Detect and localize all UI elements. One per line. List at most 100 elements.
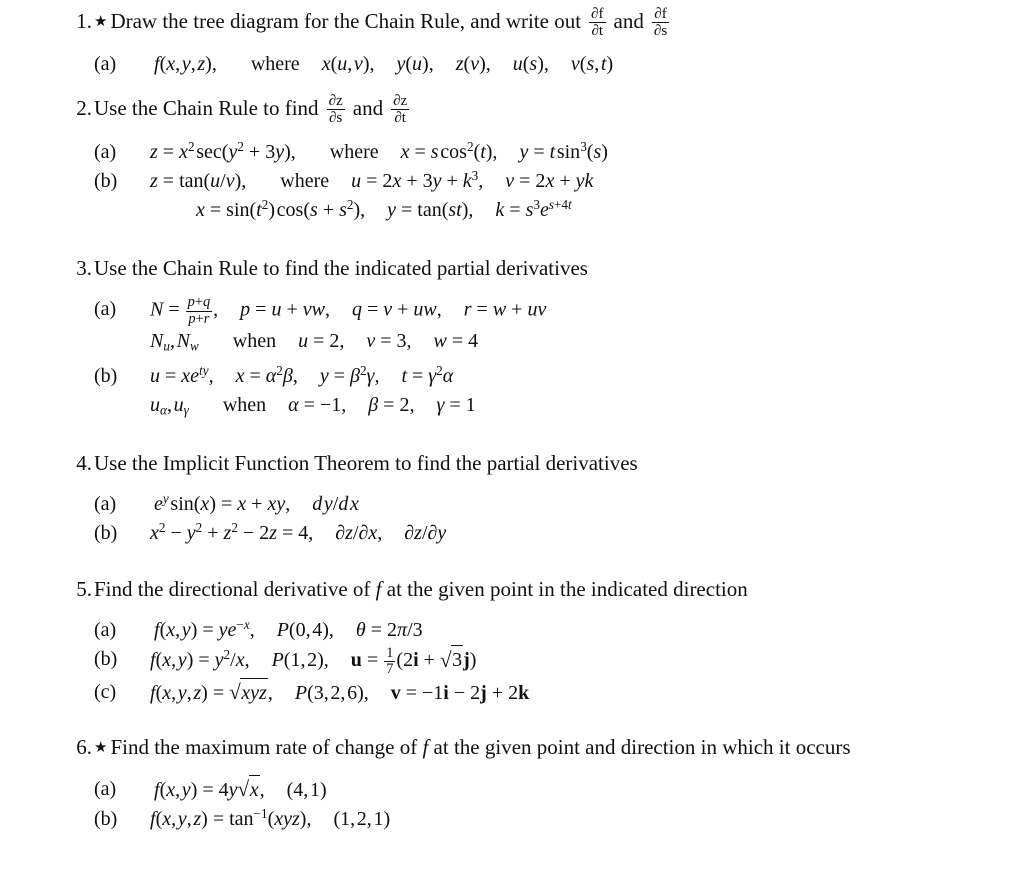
- problem-stem-text: Use the Implicit Function Theorem to fin…: [94, 451, 638, 476]
- subpart-content: x2 − y2 + z2 − 2z = 4, ∂z/∂x, ∂z/∂y: [150, 519, 1024, 548]
- problem-number: 6.: [76, 734, 92, 759]
- subpart-label: (b): [94, 170, 118, 193]
- square-root: 3: [440, 645, 464, 675]
- problem-item-3: 3. Use the Chain Rule to find the indica…: [0, 253, 1024, 420]
- subpart-item-5b: (b) f(x, y) = y2/x,P(1, 2),u = 17(2i + 3…: [94, 645, 1024, 677]
- subpart-item-2a: (a) z = x2 sec(y2 + 3y), where x = s cos2(…: [94, 138, 1024, 167]
- math-line: f(x, y) = ye−x, P(0, 4), θ = 2π/3: [154, 617, 423, 642]
- square-root: x: [238, 774, 260, 805]
- math-line: z = tan(u/v), where u = 2x + 3y + k3, v = 2…: [150, 168, 594, 193]
- math-line-continuation: Nu, Nw when u = 2, v = 3, w = 4: [150, 330, 479, 355]
- math-line: f(x, y, z), where x(u, v), y(u), z(v), u(s), v…: [154, 52, 614, 75]
- subpart-content: z = x2 sec(y2 + 3y), where x = s cos2(t), y…: [150, 138, 1024, 167]
- problem-stem: Find the directional derivative of f at …: [94, 577, 748, 602]
- where-label: where: [280, 170, 330, 193]
- subpart-label: (a): [94, 493, 117, 516]
- subpart-label: (a): [94, 619, 117, 642]
- math-line: f(x, y, z) = xyz,P(3, 2, 6),v = −1i − 2j…: [150, 677, 1024, 708]
- subpart-item-1a: (a) f(x, y, z), where x(u, v), y(u), z(v), u(…: [94, 50, 1024, 79]
- fraction-numerator: ∂f: [591, 6, 604, 22]
- problem-stem: Use the Chain Rule to find ∂z ∂s and ∂z ∂t: [94, 93, 1024, 127]
- subpart-list: (a) f(x, y) = 4yx,(4, 1) (b) f(x, y, z) …: [94, 774, 1024, 834]
- subpart-item-4a: (a) ey sin(x) = x + xy, d y/d x: [94, 490, 1024, 519]
- fraction-denominator: ∂t: [391, 108, 410, 126]
- star-icon: ★: [94, 14, 108, 31]
- fraction-numerator: ∂f: [654, 6, 667, 22]
- subpart-content: u = xety, x = α2β, y = β2γ, t = γ2α uα, uγ w…: [150, 362, 1024, 420]
- problem-item-2: 2. Use the Chain Rule to find ∂z ∂s and ∂z ∂t…: [0, 93, 1024, 226]
- subpart-label: (b): [94, 522, 118, 545]
- problem-item-1: 1. ★ Draw the tree diagram for the Chain …: [0, 6, 1024, 79]
- subpart-label: (a): [94, 777, 117, 800]
- subpart-item-6a: (a) f(x, y) = 4yx,(4, 1): [94, 774, 1024, 805]
- when-label: when: [232, 330, 277, 353]
- subpart-label: (c): [94, 680, 117, 703]
- problem-number: 2.: [76, 95, 92, 120]
- subpart-content: f(x, y) = ye−x, P(0, 4), θ = 2π/3: [154, 616, 1024, 645]
- fraction-p-plus-q-over-p-plus-r: p+q p+r: [185, 294, 213, 327]
- subpart-label: (a): [94, 52, 117, 75]
- square-root: xyz: [229, 677, 268, 708]
- subpart-content: ey sin(x) = x + xy, d y/d x: [154, 490, 1024, 519]
- subpart-label: (a): [94, 141, 117, 164]
- problem-number: 1.: [76, 9, 92, 33]
- partial-f-partial-s: ∂f ∂s: [651, 6, 670, 40]
- fraction-numerator: ∂z: [328, 92, 343, 109]
- conjunction-and: and: [352, 95, 384, 120]
- subpart-content: f(x, y, z) = xyz,P(3, 2, 6),v = −1i − 2j…: [150, 677, 1024, 708]
- problem-number: 4.: [76, 451, 92, 476]
- subpart-label: (b): [94, 648, 118, 671]
- problem-number: 3.: [76, 256, 92, 281]
- fraction-denominator: ∂s: [651, 22, 670, 40]
- partial-f-partial-t: ∂f ∂t: [589, 6, 606, 40]
- problem-stem-text: Use the Chain Rule to find the indicated…: [94, 256, 588, 281]
- math-line: z = x2 sec(y2 + 3y), where x = s cos2(t), y…: [150, 139, 608, 164]
- subpart-item-5a: (a) f(x, y) = ye−x, P(0, 4), θ = 2π/3: [94, 616, 1024, 645]
- problem-item-6: 6. ★ Find the maximum rate of change of f…: [0, 732, 1024, 834]
- problem-stem: Use the Implicit Function Theorem to fin…: [94, 448, 1024, 478]
- subpart-item-3a: (a) N = p+q p+r, p = u + vw, q = v + uw, r =…: [94, 295, 1024, 356]
- fraction-denominator: ∂t: [589, 22, 606, 39]
- subpart-content: f(x, y, z) = tan−1(xyz), (1, 2, 1): [150, 805, 1024, 834]
- problem-stem: Use the Chain Rule to find the indicated…: [94, 253, 1024, 283]
- problem-stem-text: Use the Chain Rule to find: [94, 95, 319, 120]
- math-line: f(x, y) = 4yx,(4, 1): [154, 774, 1024, 805]
- fraction-numerator: ∂z: [393, 92, 408, 109]
- math-line: f(x, y, z) = tan−1(xyz), (1, 2, 1): [150, 806, 391, 830]
- math-line: x2 − y2 + z2 − 2z = 4, ∂z/∂x, ∂z/∂y: [150, 520, 447, 545]
- math-line-continuation: uα, uγ when α = −1, β = 2, γ = 1: [150, 394, 476, 419]
- subpart-list: (a) N = p+q p+r, p = u + vw, q = v + uw, r =…: [94, 295, 1024, 420]
- math-line-continuation: x = sin(t2) cos(s + s2), y = tan(st), k = …: [196, 197, 572, 222]
- problem-stem: ★ Find the maximum rate of change of f at…: [94, 734, 851, 759]
- subpart-content: f(x, y) = y2/x,P(1, 2),u = 17(2i + 3j): [150, 645, 1024, 677]
- subpart-content: N = p+q p+r, p = u + vw, q = v + uw, r = w +…: [150, 295, 1024, 356]
- worksheet-page: 1. ★ Draw the tree diagram for the Chain …: [0, 0, 1024, 875]
- math-line: f(x, y) = y2/x,P(1, 2),u = 17(2i + 3j): [150, 645, 1024, 677]
- where-label: where: [250, 52, 300, 75]
- problem-item-5: 5. Find the directional derivative of f …: [0, 574, 1024, 707]
- math-line: u = xety, x = α2β, y = β2γ, t = γ2α: [150, 363, 454, 388]
- subpart-item-5c: (c) f(x, y, z) = xyz,P(3, 2, 6),v = −1i …: [94, 677, 1024, 708]
- subpart-list: (a) ey sin(x) = x + xy, d y/d x (b) x2 − …: [94, 490, 1024, 548]
- math-line: ey sin(x) = x + xy, d y/d x: [154, 491, 359, 516]
- subpart-list: (a) z = x2 sec(y2 + 3y), where x = s cos2(…: [94, 138, 1024, 225]
- subpart-label: (b): [94, 365, 118, 388]
- problem-number: 5.: [76, 577, 92, 602]
- conjunction-and: and: [613, 9, 644, 34]
- partial-z-partial-t: ∂z ∂t: [391, 92, 410, 127]
- problem-list: 1. ★ Draw the tree diagram for the Chain …: [0, 0, 1024, 834]
- problem-item-4: 4. Use the Implicit Function Theorem to …: [0, 448, 1024, 548]
- fraction-denominator: ∂s: [326, 108, 345, 126]
- subpart-item-2b: (b) z = tan(u/v), where u = 2x + 3y + k3, v…: [94, 167, 1024, 225]
- where-label: where: [329, 141, 379, 164]
- subpart-content: f(x, y, z), where x(u, v), y(u), z(v), u(s), v…: [154, 50, 1024, 79]
- star-icon: ★: [94, 739, 108, 756]
- partial-z-partial-s: ∂z ∂s: [326, 92, 345, 127]
- subpart-item-3b: (b) u = xety, x = α2β, y = β2γ, t = γ2α uα,…: [94, 362, 1024, 420]
- subpart-content: f(x, y) = 4yx,(4, 1): [154, 774, 1024, 805]
- problem-stem-text: Draw the tree diagram for the Chain Rule…: [110, 9, 582, 34]
- subpart-item-6b: (b) f(x, y, z) = tan−1(xyz), (1, 2, 1): [94, 805, 1024, 834]
- math-line: N = p+q p+r, p = u + vw, q = v + uw, r = w +…: [150, 294, 547, 327]
- subpart-content: z = tan(u/v), where u = 2x + 3y + k3, v = 2…: [150, 167, 1024, 225]
- fraction-one-seventh: 17: [384, 644, 396, 678]
